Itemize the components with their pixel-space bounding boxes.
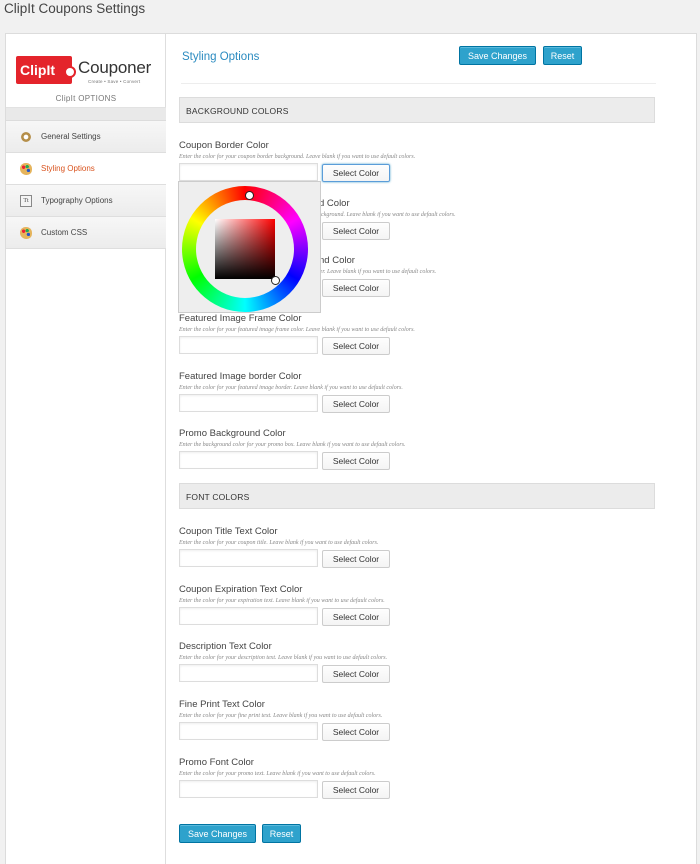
sidebar-item-general-settings[interactable]: General Settings: [6, 121, 166, 153]
field-description: Enter the background color for your prom…: [179, 442, 406, 448]
hue-wheel[interactable]: [182, 186, 308, 312]
section-title: Styling Options: [182, 51, 260, 63]
hue-handle[interactable]: [245, 191, 254, 200]
field-label: Coupon Title Text Color: [179, 526, 278, 537]
field-coupon-title-text-color: Coupon Title Text Color Enter the color …: [179, 526, 659, 576]
field-label: Featured Image Frame Color: [179, 313, 302, 324]
field-featured-image-border-color: Featured Image border Color Enter the co…: [179, 371, 659, 421]
select-color-button[interactable]: Select Color: [322, 395, 390, 413]
select-color-button[interactable]: Select Color: [322, 608, 390, 626]
field-description: ackground. Leave blank if you want to us…: [318, 212, 456, 218]
field-description: ter. Leave blank if you want to use defa…: [318, 269, 437, 275]
field-description: Enter the color for your coupon title. L…: [179, 540, 379, 546]
color-input[interactable]: [179, 607, 318, 625]
clipit-logo: ClipIt Couponer Create • Save • Convert: [16, 54, 151, 88]
settings-panel: ClipIt Couponer Create • Save • Convert …: [5, 33, 697, 864]
field-label: Fine Print Text Color: [179, 699, 265, 710]
sidebar-nav: General Settings Styling Options Tt Typo…: [6, 107, 166, 249]
field-fine-print-text-color: Fine Print Text Color Enter the color fo…: [179, 699, 659, 749]
select-color-button[interactable]: Select Color: [322, 452, 390, 470]
field-description: Enter the color for your expiration text…: [179, 598, 385, 604]
field-description: Enter the color for your fine print text…: [179, 713, 383, 719]
logo-badge: ClipIt: [16, 56, 76, 84]
select-color-button[interactable]: Select Color: [322, 665, 390, 683]
color-input[interactable]: [179, 336, 318, 354]
field-promo-font-color: Promo Font Color Enter the color for you…: [179, 757, 659, 807]
select-color-button[interactable]: Select Color: [322, 222, 390, 240]
sidebar: ClipIt Couponer Create • Save • Convert …: [6, 34, 166, 864]
field-description: Enter the color for your promo text. Lea…: [179, 771, 376, 777]
field-description-text-color: Description Text Color Enter the color f…: [179, 641, 659, 691]
field-description: Enter the color for your featured image …: [179, 385, 403, 391]
color-input[interactable]: [179, 163, 318, 181]
field-label: d Color: [319, 198, 350, 209]
field-coupon-expiration-text-color: Coupon Expiration Text Color Enter the c…: [179, 584, 659, 634]
reset-button[interactable]: Reset: [262, 824, 301, 843]
sidebar-item-label: Custom CSS: [41, 228, 88, 237]
field-featured-image-frame-color: Featured Image Frame Color Enter the col…: [179, 313, 659, 363]
sidebar-item-label: Typography Options: [41, 196, 113, 205]
sidebar-item-custom-css[interactable]: Custom CSS: [6, 217, 166, 249]
field-description: Enter the color for your description tex…: [179, 655, 388, 661]
palette-icon: [20, 226, 32, 239]
typography-icon: Tt: [20, 194, 32, 207]
field-label: Coupon Border Color: [179, 140, 269, 151]
color-input[interactable]: [179, 394, 318, 412]
logo-word: Couponer: [78, 58, 152, 77]
color-input[interactable]: [179, 664, 318, 682]
logo-tagline: Create • Save • Convert: [88, 79, 141, 84]
reset-button[interactable]: Reset: [543, 46, 582, 65]
field-label: Promo Background Color: [179, 428, 286, 439]
field-label: Featured Image border Color: [179, 371, 302, 382]
select-color-button[interactable]: Select Color: [322, 279, 390, 297]
sidebar-item-label: General Settings: [41, 132, 101, 141]
section-header-font-colors: FONT COLORS: [179, 483, 655, 509]
sidebar-item-typography-options[interactable]: Tt Typography Options: [6, 185, 166, 217]
select-color-button[interactable]: Select Color: [322, 337, 390, 355]
options-label: ClipIt OPTIONS: [55, 94, 117, 103]
sidebar-item-styling-options[interactable]: Styling Options: [6, 153, 166, 185]
palette-icon: [20, 162, 32, 175]
nav-spacer: [6, 108, 166, 121]
color-input[interactable]: [179, 451, 318, 469]
saturation-value-square[interactable]: [215, 219, 275, 279]
save-changes-button[interactable]: Save Changes: [459, 46, 536, 65]
field-description: Enter the color for your featured image …: [179, 327, 415, 333]
color-input[interactable]: [179, 722, 318, 740]
color-picker-popup: [178, 181, 321, 313]
select-color-button[interactable]: Select Color: [322, 550, 390, 568]
page-title: ClipIt Coupons Settings: [4, 1, 146, 16]
sidebar-item-label: Styling Options: [41, 164, 95, 173]
field-description: Enter the color for your coupon border b…: [179, 154, 416, 160]
gear-icon: [20, 130, 32, 143]
select-color-button[interactable]: Select Color: [322, 723, 390, 741]
color-input[interactable]: [179, 780, 318, 798]
field-label: Promo Font Color: [179, 757, 254, 768]
field-promo-background-color: Promo Background Color Enter the backgro…: [179, 428, 659, 478]
color-input[interactable]: [179, 549, 318, 567]
section-header-background-colors: BACKGROUND COLORS: [179, 97, 655, 123]
divider: [181, 83, 656, 84]
field-label: nd Color: [319, 255, 355, 266]
save-changes-button[interactable]: Save Changes: [179, 824, 256, 843]
select-color-button[interactable]: Select Color: [322, 164, 390, 182]
field-label: Description Text Color: [179, 641, 272, 652]
saturation-handle[interactable]: [271, 276, 280, 285]
field-label: Coupon Expiration Text Color: [179, 584, 303, 595]
select-color-button[interactable]: Select Color: [322, 781, 390, 799]
